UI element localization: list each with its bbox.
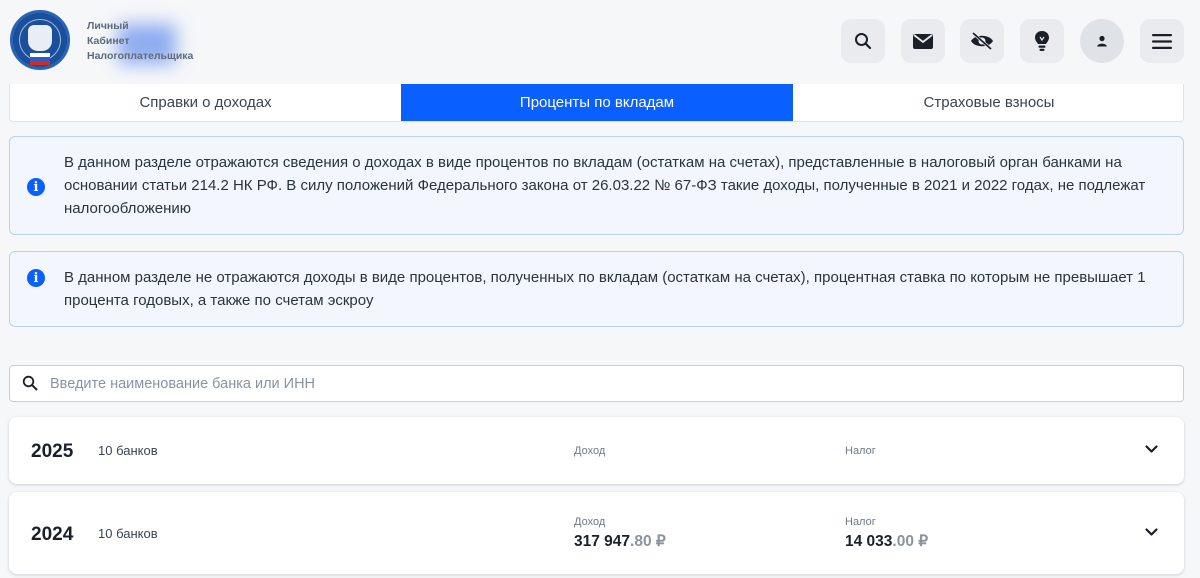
search-input[interactable]	[50, 366, 1170, 401]
brand-line-2: Кабинет	[87, 35, 130, 47]
search-button[interactable]	[841, 19, 885, 63]
year-label: 2025	[31, 441, 74, 462]
search-icon	[855, 33, 872, 50]
tax-label: Налог	[845, 516, 876, 528]
eye-hidden-icon	[971, 32, 993, 50]
hints-button[interactable]	[1020, 19, 1064, 63]
info-notice-taxation: i В данном разделе отражаются сведения о…	[9, 136, 1184, 235]
mail-icon	[913, 33, 933, 49]
menu-button[interactable]	[1140, 19, 1184, 63]
fns-logo[interactable]	[10, 10, 70, 70]
tax-amount-fraction: .00 ₽	[892, 533, 929, 550]
tab-deposit-interest[interactable]: Проценты по вкладам	[401, 84, 793, 121]
year-card-2024[interactable]: 2024 10 банков Доход 317 947.80 ₽ Налог …	[9, 492, 1184, 574]
brand-name[interactable]: Личный Кабинет Налогоплательщика	[87, 19, 193, 64]
lightbulb-icon	[1035, 31, 1049, 51]
tax-label: Налог	[845, 445, 876, 457]
banks-count: 10 банков	[98, 443, 158, 458]
info-notice-text: В данном разделе отражаются сведения о д…	[64, 154, 1146, 217]
header: Личный Кабинет Налогоплательщика	[0, 0, 1200, 86]
emblem-icon	[28, 25, 52, 51]
brand-line-1: Личный	[87, 20, 129, 32]
tab-insurance-contributions[interactable]: Страховые взносы	[793, 84, 1185, 121]
banks-count: 10 банков	[98, 526, 158, 541]
bank-search	[9, 365, 1184, 402]
messages-button[interactable]	[901, 19, 945, 63]
info-notice-text: В данном разделе не отражаются доходы в …	[64, 269, 1146, 309]
income-tabs: Справки о доходах Проценты по вкладам Ст…	[9, 84, 1184, 122]
flag-icon	[30, 53, 50, 65]
info-icon: i	[27, 269, 45, 287]
income-amount: 317 947.80 ₽	[574, 532, 666, 551]
tax-amount: 14 033.00 ₽	[845, 532, 928, 551]
year-card-2025[interactable]: 2025 10 банков Доход Налог	[9, 417, 1184, 484]
profile-button[interactable]	[1080, 19, 1124, 63]
chevron-down-icon[interactable]	[1145, 528, 1158, 537]
income-amount-fraction: .80 ₽	[630, 533, 666, 550]
income-amount-whole: 317 947	[574, 533, 631, 550]
chevron-down-icon[interactable]	[1145, 445, 1158, 454]
hide-amounts-button[interactable]	[960, 19, 1004, 63]
info-icon: i	[27, 178, 45, 196]
year-label: 2024	[31, 524, 74, 545]
search-icon	[22, 375, 38, 391]
menu-icon	[1152, 33, 1172, 49]
brand-line-3: Налогоплательщика	[87, 50, 194, 62]
user-icon	[1097, 35, 1107, 47]
info-notice-exclusions: i В данном разделе не отражаются доходы …	[9, 251, 1184, 327]
tab-income-certificates[interactable]: Справки о доходах	[10, 84, 401, 121]
income-label: Доход	[574, 445, 606, 457]
income-label: Доход	[574, 516, 606, 528]
tax-amount-whole: 14 033	[845, 533, 893, 550]
